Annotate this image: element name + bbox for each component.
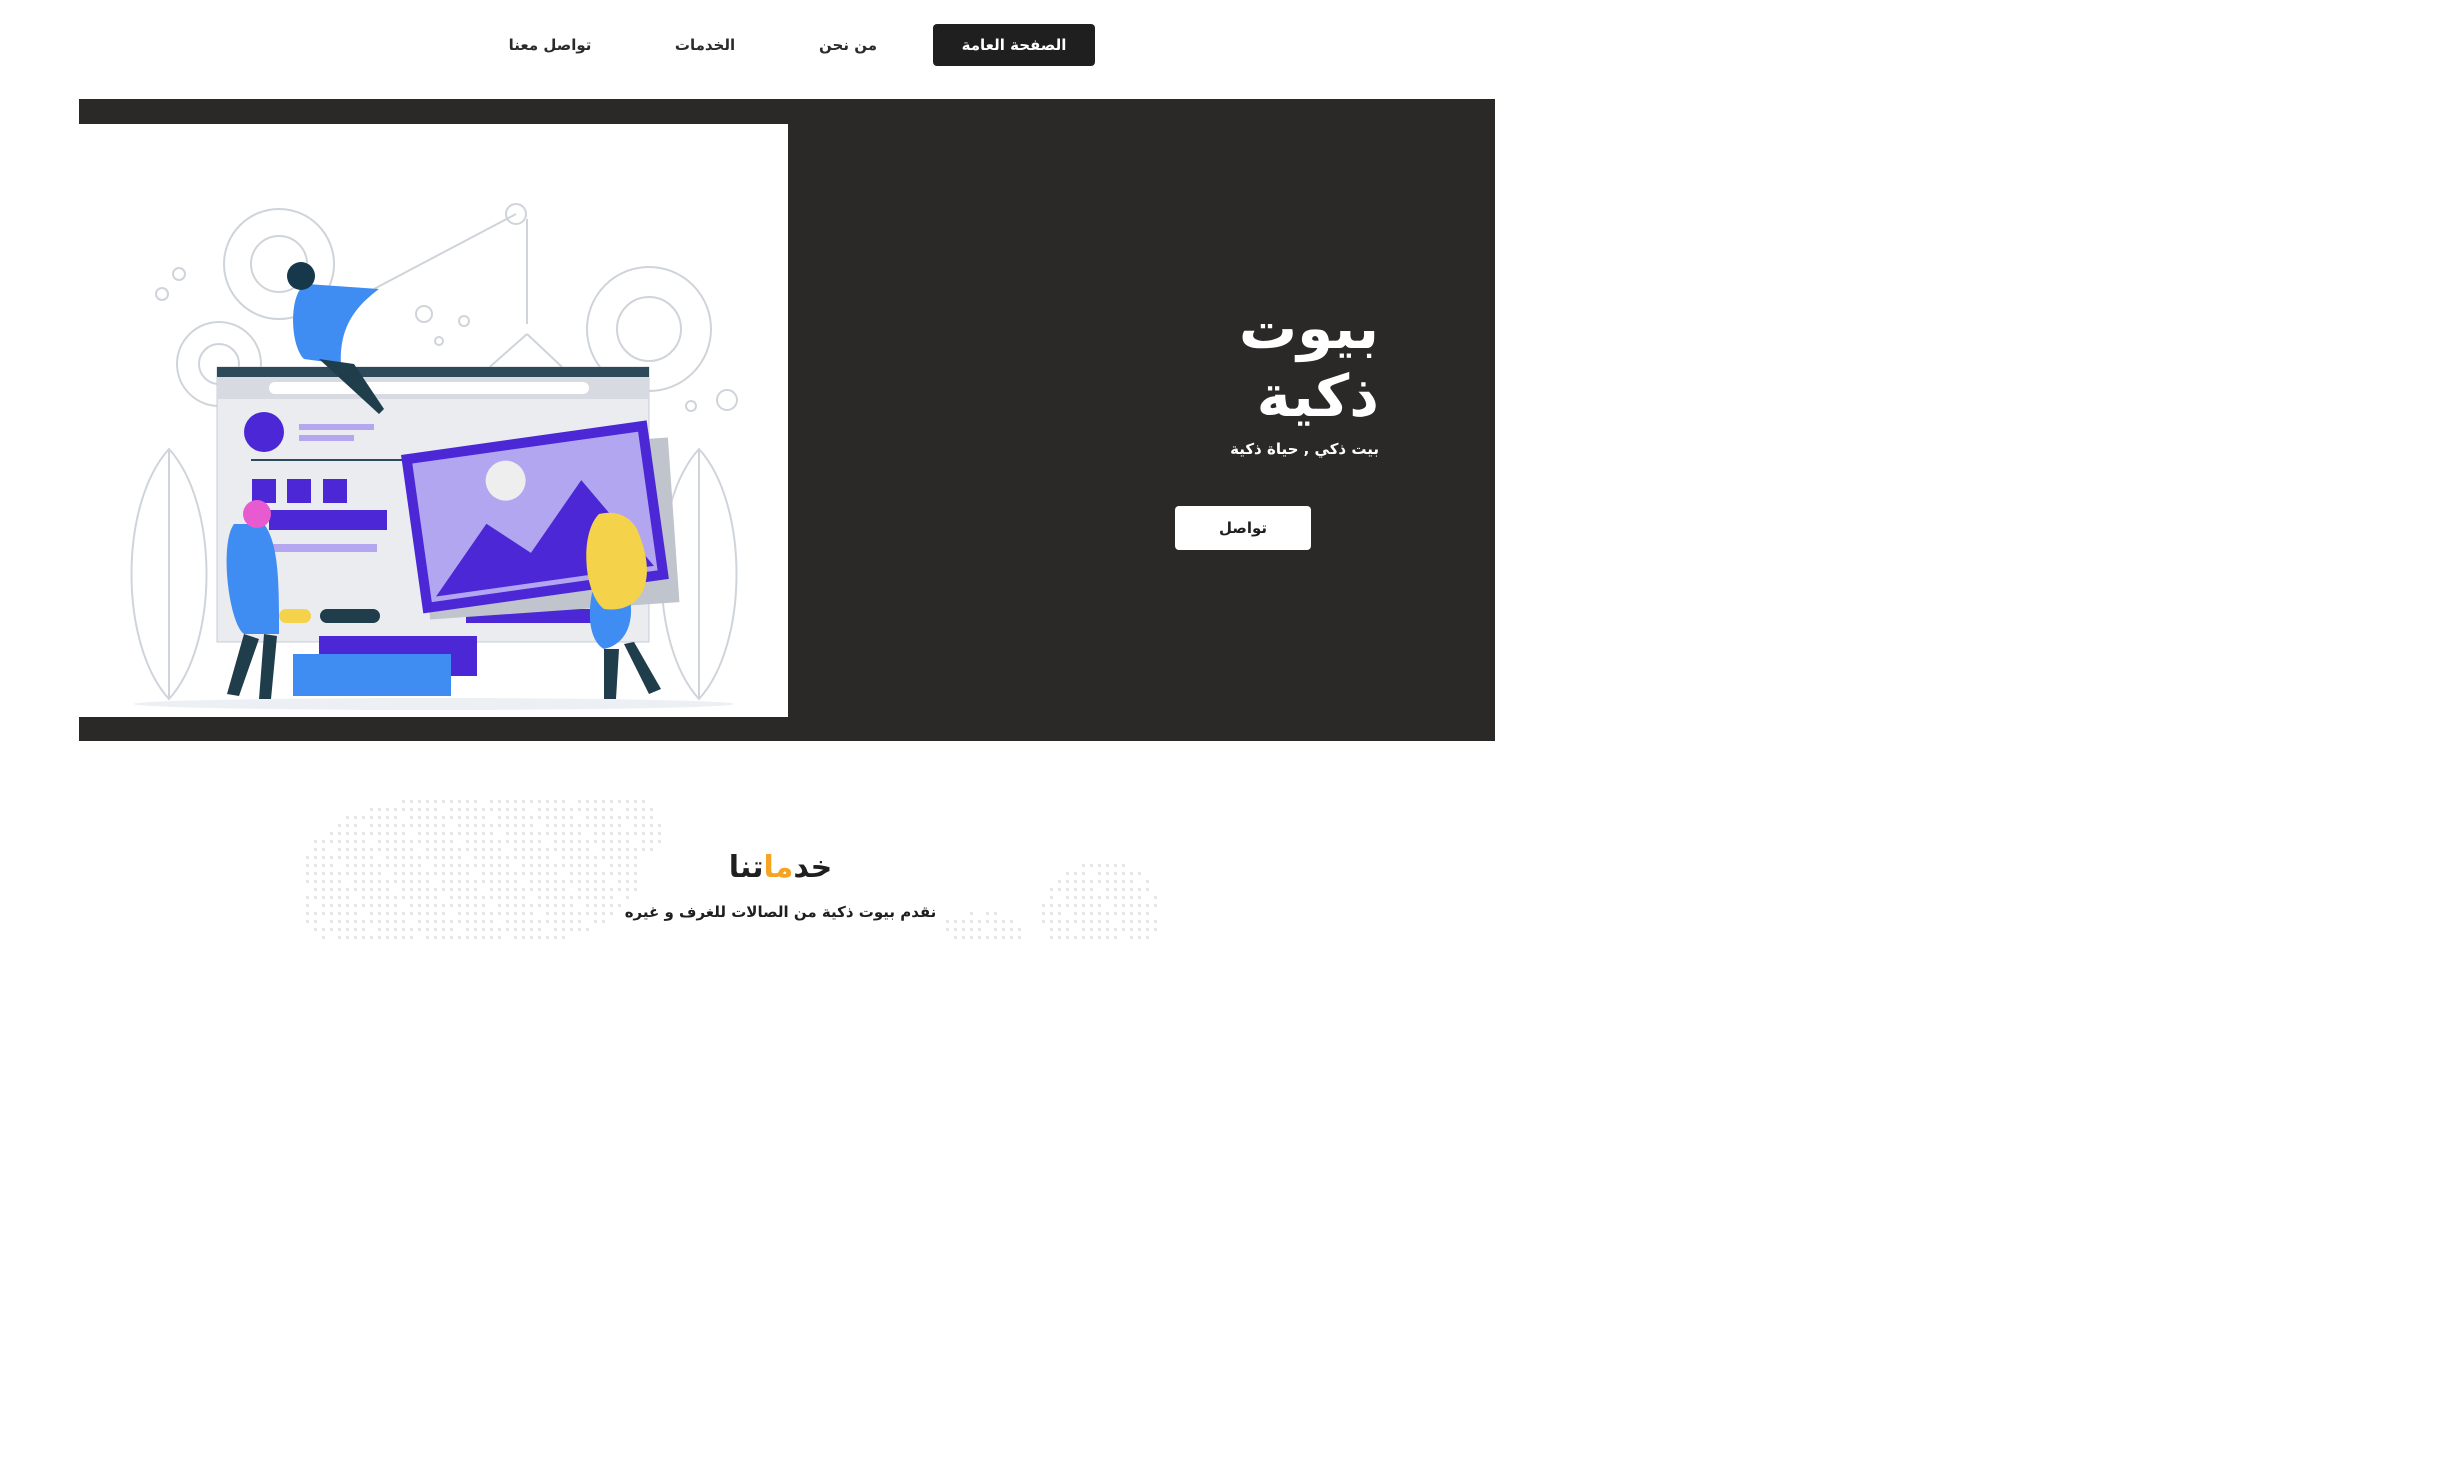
nav-home-link[interactable]: الصفحة العامة — [933, 24, 1095, 66]
hero-contact-button[interactable]: تواصل — [1175, 506, 1311, 550]
hero-banner: بيوت ذكية بيت ذكي , حياة ذكية تواصل — [79, 99, 1495, 741]
services-title-accent: ما — [763, 850, 794, 885]
hero-title: بيوت ذكية — [1238, 294, 1379, 430]
nav-contact-link[interactable]: تواصل معنا — [490, 24, 610, 66]
hero-subtitle: بيت ذكي , حياة ذكية — [1230, 440, 1379, 458]
nav-about-link[interactable]: من نحن — [800, 24, 896, 66]
services-subtitle: نقدم بيوت ذكية من الصالات للغرف و غيره — [624, 903, 937, 921]
illustration-svg — [130, 203, 738, 710]
hero-text-block: بيوت ذكية بيت ذكي , حياة ذكية — [1149, 294, 1389, 458]
services-section: خدماتنا نقدم بيوت ذكية من الصالات للغرف … — [0, 760, 1561, 941]
web-design-team-illustration — [79, 124, 788, 717]
nav-services-link[interactable]: الخدمات — [655, 24, 755, 66]
services-title: خدماتنا — [728, 850, 833, 885]
top-navigation: الصفحة العامة من نحن الخدمات تواصل معنا — [0, 0, 1561, 90]
